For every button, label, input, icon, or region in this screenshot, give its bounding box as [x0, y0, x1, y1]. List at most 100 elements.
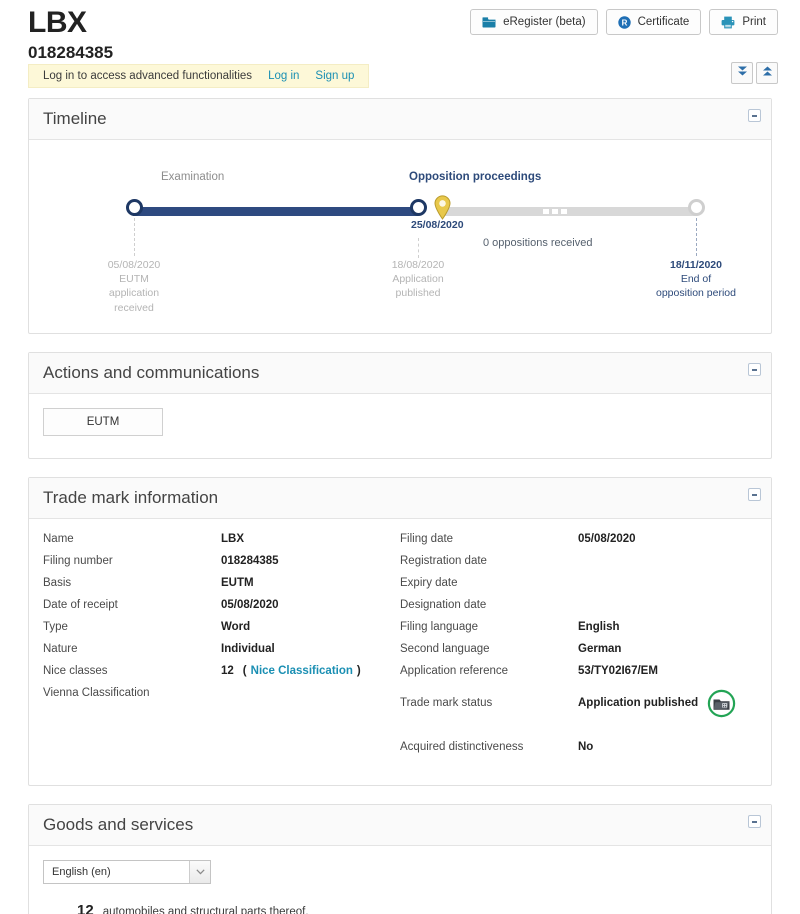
info-label-vienna-classification: Vienna Classification — [43, 687, 150, 699]
timeline-panel-title: Timeline — [43, 109, 107, 128]
info-row-spacer — [400, 719, 757, 741]
eregister-button-label: eRegister (beta) — [503, 16, 586, 28]
info-row: Expiry date — [400, 577, 757, 599]
info-row: Filing date 05/08/2020 — [400, 533, 757, 555]
language-select-wrapper: English (en) — [43, 860, 211, 884]
info-row: Trade mark status Application published — [400, 687, 757, 719]
login-banner: Log in to access advanced functionalitie… — [28, 64, 370, 88]
language-select[interactable]: English (en) — [43, 860, 211, 884]
info-value-second-language: German — [578, 643, 622, 655]
info-value-name: LBX — [221, 533, 244, 545]
svg-text:R: R — [621, 18, 627, 27]
nice-classification-link[interactable]: Nice Classification — [251, 665, 353, 677]
mark-number: 018284385 — [28, 43, 114, 62]
minus-icon — [752, 114, 757, 117]
timeline-label-filing-line3: received — [114, 301, 154, 314]
trade-mark-information-title: Trade mark information — [43, 488, 219, 507]
timeline-collapse-button[interactable] — [748, 109, 761, 122]
goods-and-services-title: Goods and services — [43, 815, 194, 834]
timeline-connector-1 — [134, 218, 135, 256]
timeline-connector-2 — [418, 238, 419, 258]
goods-service-item: 12 automobiles and structural parts ther… — [77, 902, 757, 914]
collapse-all-icon — [762, 64, 773, 82]
page-header: LBX 018284385 eRegister (beta) R Certifi… — [0, 0, 800, 64]
timeline-node-opposition-end[interactable] — [688, 199, 705, 216]
info-value-filing-date: 05/08/2020 — [578, 533, 636, 545]
minus-icon — [752, 820, 757, 823]
info-row: Application reference 53/TY02I67/EM — [400, 665, 757, 687]
info-label-type: Type — [43, 621, 68, 633]
goods-and-services-collapse-button[interactable] — [748, 815, 761, 828]
info-row: Filing language English — [400, 621, 757, 643]
goods-service-class: 12 — [77, 902, 94, 914]
info-row: Filing number 018284385 — [43, 555, 400, 577]
timeline-label-opposition-end-line2: opposition period — [656, 287, 736, 300]
info-row: Second language German — [400, 643, 757, 665]
sign-up-link[interactable]: Sign up — [315, 70, 354, 82]
info-value-filing-number: 018284385 — [221, 555, 279, 567]
info-label-acquired-distinctiveness: Acquired distinctiveness — [400, 741, 524, 753]
timeline-label-published-line2: published — [395, 287, 441, 300]
info-row: Date of receipt 05/08/2020 — [43, 599, 400, 621]
actions-panel: Actions and communications EUTM — [28, 352, 772, 459]
timeline-node-published[interactable] — [410, 199, 427, 216]
certificate-r-icon: R — [617, 15, 631, 29]
status-text: Application published — [578, 697, 699, 709]
info-label-date-of-receipt: Date of receipt — [43, 599, 118, 611]
timeline-node-filing[interactable] — [126, 199, 143, 216]
goods-service-description: automobiles and structural parts thereof… — [102, 906, 309, 914]
timeline-phase-opposition: Opposition proceedings — [409, 171, 542, 183]
info-value-trade-mark-status: Application published — [578, 689, 736, 718]
actions-panel-header: Actions and communications — [29, 353, 771, 394]
info-label-expiry-date: Expiry date — [400, 577, 458, 589]
minus-icon — [752, 368, 757, 371]
minus-icon — [752, 493, 757, 496]
timeline-panel-body: Examination Opposition proceedings 25/08… — [29, 140, 771, 333]
timeline-label-filing-date: 05/08/2020 — [107, 259, 161, 271]
info-row: Vienna Classification — [43, 687, 400, 709]
timeline-label-filing-line1: EUTM — [119, 273, 149, 286]
actions-collapse-button[interactable] — [748, 363, 761, 376]
info-label-trade-mark-status: Trade mark status — [400, 697, 493, 709]
nice-link-suffix: ) — [356, 665, 361, 677]
trade-mark-information-collapse-button[interactable] — [748, 488, 761, 501]
info-value-nature: Individual — [221, 643, 275, 655]
trade-mark-information-panel: Trade mark information Name LBX Filing n… — [28, 477, 772, 786]
certificate-button[interactable]: R Certificate — [605, 9, 702, 35]
nice-link-prefix: ( — [242, 665, 247, 677]
timeline-label-published-line1: Application — [392, 273, 444, 286]
info-row: Name LBX — [43, 533, 400, 555]
info-label-designation-date: Designation date — [400, 599, 487, 611]
goods-and-services-header: Goods and services — [29, 805, 771, 846]
info-label-filing-date: Filing date — [400, 533, 454, 545]
timeline-panel: Timeline Examination Opposition proceedi… — [28, 98, 772, 334]
timeline-bar-dots — [543, 209, 571, 214]
eutm-button[interactable]: EUTM — [43, 408, 163, 436]
timeline-current-marker-date: 25/08/2020 — [411, 219, 464, 231]
info-row: Type Word — [43, 621, 400, 643]
info-label-registration-date: Registration date — [400, 555, 487, 567]
expand-all-button[interactable] — [731, 62, 753, 84]
eregister-button[interactable]: eRegister (beta) — [470, 9, 598, 35]
info-label-second-language: Second language — [400, 643, 490, 655]
timeline-bar-completed — [133, 207, 418, 216]
print-button[interactable]: Print — [709, 9, 778, 35]
timeline-label-filing: 05/08/2020 EUTM application received — [74, 258, 194, 315]
info-label-filing-number: Filing number — [43, 555, 113, 567]
info-label-filing-language: Filing language — [400, 621, 479, 633]
trade-mark-information-left-column: Name LBX Filing number 018284385 Basis E… — [43, 533, 400, 763]
info-row: Nice classes 12 ( Nice Classification ) — [43, 665, 400, 687]
info-value-nice-classes: 12 ( Nice Classification ) — [221, 665, 361, 677]
login-banner-message: Log in to access advanced functionalitie… — [43, 70, 253, 82]
info-label-application-reference: Application reference — [400, 665, 509, 677]
nice-class-number: 12 — [221, 665, 234, 677]
info-row: Designation date — [400, 599, 757, 621]
log-in-link[interactable]: Log in — [268, 70, 299, 82]
collapse-all-button[interactable] — [756, 62, 778, 84]
page-root: LBX 018284385 eRegister (beta) R Certifi… — [0, 0, 800, 914]
timeline-label-published: 18/08/2020 Application published — [358, 258, 478, 301]
published-folder-icon — [707, 689, 736, 718]
info-value-application-reference: 53/TY02I67/EM — [578, 665, 658, 677]
timeline-oppositions-received: 0 oppositions received — [483, 237, 593, 249]
timeline-label-filing-line2: application — [108, 287, 160, 300]
